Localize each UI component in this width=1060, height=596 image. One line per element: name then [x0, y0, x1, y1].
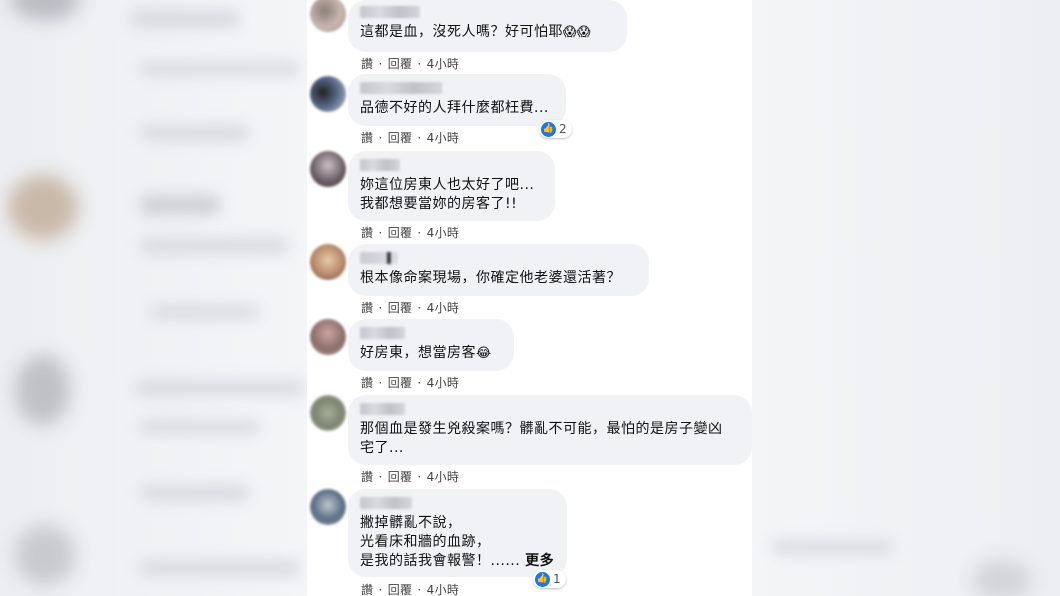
comment-actions: 讚 · 回覆 · 4小時 [361, 57, 460, 71]
like-link[interactable]: 讚 [361, 301, 373, 315]
timestamp[interactable]: 4小時 [427, 301, 460, 315]
comment-feed: 這都是血，沒死人嗎？好可怕耶😱😱 讚 · 回覆 · 4小時 品德不好的人拜什麼都… [307, 0, 752, 596]
reaction-count[interactable]: 👍 2 [539, 120, 572, 138]
reply-link[interactable]: 回覆 [388, 470, 413, 484]
like-link[interactable]: 讚 [361, 131, 373, 145]
comment-text: 好房東，想當房客😂 [360, 345, 492, 361]
comment-actions: 讚 · 回覆 · 4小時 [361, 470, 460, 484]
comment-actions: 讚 · 回覆 · 4小時 [361, 301, 460, 315]
like-link[interactable]: 讚 [361, 470, 373, 484]
laughing-emoji: 😂 [476, 346, 492, 361]
timestamp[interactable]: 4小時 [427, 226, 460, 240]
comment-actions: 讚 · 回覆 · 4小時 [361, 226, 460, 240]
timestamp[interactable]: 4小時 [427, 583, 460, 596]
like-link[interactable]: 讚 [361, 376, 373, 390]
like-link[interactable]: 讚 [361, 226, 373, 240]
commenter-name-blurred[interactable] [360, 327, 405, 339]
see-more-link[interactable]: 更多 [525, 553, 554, 569]
blurred-right-margin [752, 0, 1060, 596]
reply-link[interactable]: 回覆 [388, 131, 413, 145]
comment-bubble: 那個血是發生兇殺案嗎？髒亂不可能，最怕的是房子變凶 宅了... [348, 395, 752, 465]
comment-bubble: 好房東，想當房客😂 [348, 319, 514, 371]
timestamp[interactable]: 4小時 [427, 131, 460, 145]
comment-bubble: 這都是血，沒死人嗎？好可怕耶😱😱 [348, 0, 627, 52]
avatar[interactable] [310, 76, 346, 112]
comment-bubble: 撇掉髒亂不說， 光看床和牆的血跡， 是我的話我會報警！...... 更多 [348, 489, 567, 577]
commenter-name-blurred[interactable] [360, 82, 442, 94]
reply-link[interactable]: 回覆 [388, 376, 413, 390]
comment-actions: 讚 · 回覆 · 4小時 [361, 583, 460, 596]
avatar[interactable] [310, 0, 346, 32]
commenter-name-blurred[interactable] [360, 497, 412, 509]
reaction-count[interactable]: 👍 1 [533, 570, 566, 588]
avatar[interactable] [310, 395, 346, 431]
comment-text: 那個血是發生兇殺案嗎？髒亂不可能，最怕的是房子變凶 宅了... [360, 421, 723, 456]
comment-text: 根本像命案現場，你確定他老婆還活著？ [360, 270, 621, 286]
scream-emoji: 😱😱 [563, 25, 592, 40]
timestamp[interactable]: 4小時 [427, 470, 460, 484]
comment-bubble: 妳這位房東人也太好了吧... 我都想要當妳的房客了!! [348, 151, 555, 221]
avatar[interactable] [310, 151, 346, 187]
comment-text: 撇掉髒亂不說， 光看床和牆的血跡， 是我的話我會報警！...... 更多 [360, 515, 555, 569]
avatar[interactable] [310, 244, 346, 280]
timestamp[interactable]: 4小時 [427, 376, 460, 390]
commenter-name-blurred[interactable] [360, 252, 398, 264]
like-icon: 👍 [535, 571, 550, 587]
like-icon: 👍 [541, 121, 556, 137]
comment-actions: 讚 · 回覆 · 4小時 [361, 376, 460, 390]
avatar[interactable] [310, 319, 346, 355]
commenter-name-blurred[interactable] [360, 159, 400, 171]
reply-link[interactable]: 回覆 [388, 226, 413, 240]
commenter-name-blurred[interactable] [360, 403, 405, 415]
avatar[interactable] [310, 489, 346, 525]
comment-bubble: 品德不好的人拜什麼都枉費... [348, 74, 566, 126]
like-link[interactable]: 讚 [361, 57, 373, 71]
reply-link[interactable]: 回覆 [388, 583, 413, 596]
comment-text: 這都是血，沒死人嗎？好可怕耶😱😱 [360, 24, 592, 40]
comment-text: 品德不好的人拜什麼都枉費... [360, 100, 549, 116]
reply-link[interactable]: 回覆 [388, 301, 413, 315]
comment-text: 妳這位房東人也太好了吧... 我都想要當妳的房客了!! [360, 177, 535, 212]
reply-link[interactable]: 回覆 [388, 57, 413, 71]
like-link[interactable]: 讚 [361, 583, 373, 596]
timestamp[interactable]: 4小時 [427, 57, 460, 71]
comment-bubble: 根本像命案現場，你確定他老婆還活著？ [348, 244, 649, 296]
comment-actions: 讚 · 回覆 · 4小時 [361, 131, 460, 145]
commenter-name-blurred[interactable] [360, 6, 420, 18]
blurred-left-margin [0, 0, 307, 596]
